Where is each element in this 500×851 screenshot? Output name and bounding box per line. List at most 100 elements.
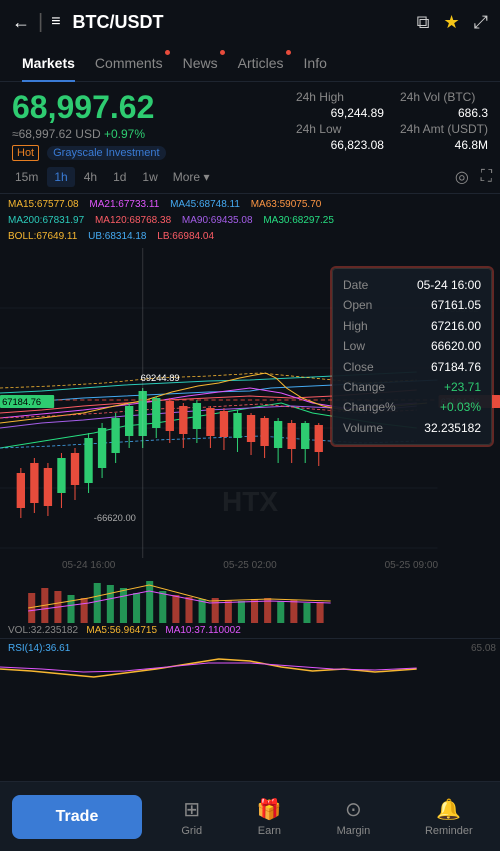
tooltip-date-value: 05-24 16:00 xyxy=(417,275,481,295)
nav-items: ⊞ Grid 🎁 Earn ⊙ Margin 🔔 Reminder xyxy=(154,797,500,837)
low-value: 66,823.08 xyxy=(296,138,384,152)
tab-news[interactable]: News xyxy=(173,44,228,82)
reminder-icon: 🔔 xyxy=(436,797,461,822)
tooltip-row-changepct: Change% +0.03% xyxy=(343,397,481,417)
tooltip-high-value: 67216.00 xyxy=(431,316,481,336)
tf-1w[interactable]: 1w xyxy=(135,167,164,187)
price-stats: 24h High 24h Vol (BTC) 69,244.89 686.3 2… xyxy=(296,90,488,152)
rsi-value: RSI(14):36.61 xyxy=(8,643,70,654)
nav-reminder[interactable]: 🔔 Reminder xyxy=(425,797,473,837)
tooltip-close-value: 67184.76 xyxy=(431,357,481,377)
tab-markets[interactable]: Markets xyxy=(12,44,85,82)
chart-controls: 15m 1h 4h 1d 1w More ▾ ◎ ⛶ xyxy=(0,160,500,194)
rsi-chart xyxy=(0,639,500,694)
svg-text:-66620.00: -66620.00 xyxy=(94,513,136,523)
price-section: 68,997.62 ≈68,997.62 USD +0.97% Hot Gray… xyxy=(0,82,500,160)
ma90-indicator: MA90:69435.08 xyxy=(182,215,253,226)
tab-comments[interactable]: Comments xyxy=(85,44,173,82)
more-button[interactable]: More ▾ xyxy=(167,167,216,187)
tooltip-date-label: Date xyxy=(343,275,368,295)
ub-indicator: UB:68314.18 xyxy=(88,231,146,242)
volume-area xyxy=(0,573,500,623)
time-label-1: 05-24 16:00 xyxy=(62,560,115,571)
low-label: 24h Low xyxy=(296,122,384,136)
rsi-label: RSI(14):36.61 xyxy=(8,643,70,654)
vol-btc-label: 24h Vol (BTC) xyxy=(400,90,488,104)
tooltip-row-date: Date 05-24 16:00 xyxy=(343,275,481,295)
margin-icon: ⊙ xyxy=(345,797,362,822)
rsi-area: RSI(14):36.61 65.08 xyxy=(0,638,500,693)
tooltip-row-change: Change +23.71 xyxy=(343,377,481,397)
tooltip-volume-label: Volume xyxy=(343,418,383,438)
copy-icon[interactable]: ⧉ xyxy=(417,12,430,33)
nav-grid[interactable]: ⊞ Grid xyxy=(181,797,202,837)
ma200-indicator: MA200:67831.97 xyxy=(8,215,84,226)
tooltip-row-low: Low 66620.00 xyxy=(343,336,481,356)
high-value: 69,244.89 xyxy=(296,106,384,120)
high-label: 24h High xyxy=(296,90,384,104)
price-left: 68,997.62 ≈68,997.62 USD +0.97% Hot Gray… xyxy=(12,90,286,161)
reminder-label: Reminder xyxy=(425,825,473,837)
ma-indicators: MA15:67577.08 MA21:67733.11 MA45:68748.1… xyxy=(0,194,500,248)
tf-1d[interactable]: 1d xyxy=(106,167,133,187)
ma45-indicator: MA45:68748.11 xyxy=(170,199,240,210)
fullscreen-icon[interactable]: ⛶ xyxy=(481,168,492,186)
chart-area[interactable]: 67330.62 66467.91 153.39 67184.76 69244.… xyxy=(0,248,500,558)
menu-icon[interactable]: ≡ xyxy=(51,13,60,31)
ma15-indicator: MA15:67577.08 xyxy=(8,199,79,210)
svg-text:69244.89: 69244.89 xyxy=(141,373,180,383)
vol-ma10-label: MA10:37.110002 xyxy=(165,625,240,636)
tab-bar: Markets Comments News Articles Info xyxy=(0,44,500,82)
indicator-icon[interactable]: ◎ xyxy=(455,167,469,187)
tooltip-changepct-value: +0.03% xyxy=(440,397,481,417)
tooltip-change-value: +23.71 xyxy=(444,377,481,397)
nav-earn[interactable]: 🎁 Earn xyxy=(257,797,282,837)
tooltip-box: Date 05-24 16:00 Open 67161.05 High 6721… xyxy=(332,268,492,445)
nav-margin[interactable]: ⊙ Margin xyxy=(337,797,371,837)
ma120-indicator: MA120:68768.38 xyxy=(95,215,171,226)
back-button[interactable]: ← xyxy=(12,12,30,33)
tab-articles[interactable]: Articles xyxy=(228,44,294,82)
tab-dot xyxy=(220,50,225,55)
share-icon[interactable]: ⤢ xyxy=(474,12,488,33)
time-label-2: 05-25 02:00 xyxy=(223,560,276,571)
tooltip-row-open: Open 67161.05 xyxy=(343,295,481,315)
margin-label: Margin xyxy=(337,825,371,837)
lb-indicator: LB:66984.04 xyxy=(157,231,214,242)
watermark: HTX xyxy=(222,486,278,518)
tf-15m[interactable]: 15m xyxy=(8,167,45,187)
chart-icon-group: ◎ ⛶ xyxy=(455,167,492,187)
tooltip-low-value: 66620.00 xyxy=(431,336,481,356)
trade-button[interactable]: Trade xyxy=(12,795,142,839)
amt-value: 46.8M xyxy=(400,138,488,152)
grid-icon: ⊞ xyxy=(183,797,200,822)
star-icon[interactable]: ★ xyxy=(443,12,459,33)
volume-chart xyxy=(8,573,492,623)
tooltip-volume-value: 32.235182 xyxy=(424,418,481,438)
bottom-nav: Trade ⊞ Grid 🎁 Earn ⊙ Margin 🔔 Reminder xyxy=(0,781,500,851)
main-price: 68,997.62 xyxy=(12,90,286,125)
amt-label: 24h Amt (USDT) xyxy=(400,122,488,136)
tooltip-high-label: High xyxy=(343,316,368,336)
top-bar-left: ← | ≡ BTC/USDT xyxy=(12,11,164,34)
tf-1h[interactable]: 1h xyxy=(47,167,74,187)
vol-ma5-label: MA5:56.964715 xyxy=(86,625,157,636)
vol-label: VOL:32.235182 xyxy=(8,625,78,636)
tooltip-row-high: High 67216.00 xyxy=(343,316,481,336)
ma63-indicator: MA63:59075.70 xyxy=(251,199,322,210)
grayscale-tag[interactable]: Grayscale Investment xyxy=(47,146,165,160)
tooltip-changepct-label: Change% xyxy=(343,397,396,417)
tf-4h[interactable]: 4h xyxy=(77,167,104,187)
price-usd: ≈68,997.62 USD +0.97% xyxy=(12,127,286,141)
ma21-indicator: MA21:67733.11 xyxy=(89,199,159,210)
boll-indicator: BOLL:67649.11 xyxy=(8,231,77,242)
time-labels: 05-24 16:00 05-25 02:00 05-25 09:00 xyxy=(0,558,500,573)
tab-dot xyxy=(165,50,170,55)
tooltip-close-label: Close xyxy=(343,357,374,377)
time-label-3: 05-25 09:00 xyxy=(385,560,438,571)
tab-info[interactable]: Info xyxy=(294,44,337,82)
svg-text:67184.76: 67184.76 xyxy=(2,397,41,407)
tab-dot xyxy=(286,50,291,55)
tooltip-open-value: 67161.05 xyxy=(431,295,481,315)
top-bar-right: ⧉ ★ ⤢ xyxy=(417,12,488,33)
